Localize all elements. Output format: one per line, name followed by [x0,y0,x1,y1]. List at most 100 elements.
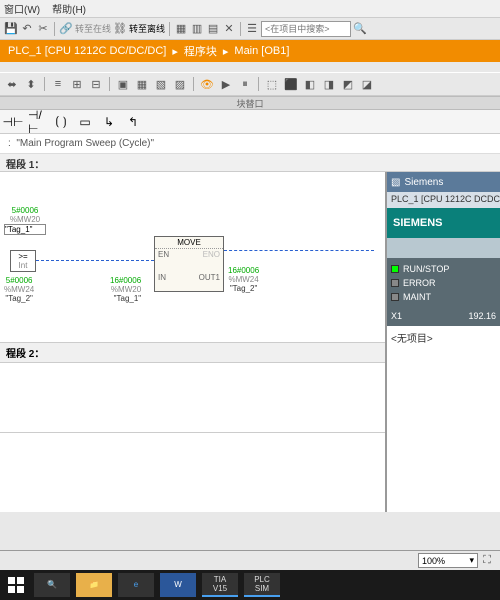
tool-icon[interactable]: ▥ [190,22,204,36]
cut-icon[interactable]: ✂ [36,22,50,36]
tool-icon[interactable]: ⊟ [88,76,104,92]
ladder-toolbar: ⊣⊢ ⊣/⊢ ⟮ ⟯ ▭ ↳ ↰ [0,110,500,134]
tag-hex: 16#0006 [228,266,259,275]
unlink-icon[interactable]: ⛓ [113,22,127,36]
status-panel: RUN/STOP ERROR MAINT [387,258,500,308]
breadcrumb-device[interactable]: PLC_1 [CPU 1212C DC/DC/DC] [8,45,166,57]
cmp-type: Int [11,261,35,270]
move-title: MOVE [155,237,223,249]
tool-icon[interactable]: ▨ [172,76,188,92]
network-2-canvas[interactable] [0,363,385,433]
ladder-wire [36,260,154,261]
move-en: EN [158,250,169,259]
siemens-logo: SIEMENS [387,208,500,238]
branch-close-icon[interactable]: ↰ [124,114,142,130]
separator [240,22,241,36]
zoom-fit-icon[interactable]: ⛶ [480,554,494,568]
ladder-canvas[interactable]: 5#0006 %MW20 >= Int 5#0006 %MW24 "Tag_2"… [0,172,385,512]
search-icon[interactable]: 🔍 [353,22,367,36]
interface-x1: X1 192.16 [387,308,500,326]
task-plcsim[interactable]: PLC SIM [244,573,280,597]
contact-nc-icon[interactable]: ⊣/⊢ [28,114,46,130]
tool-icon[interactable]: ⬌ [4,76,20,92]
move-in: IN [158,273,166,282]
list-icon[interactable]: ☰ [245,22,259,36]
go-online-label[interactable]: 转至在线 [75,22,111,35]
tool-icon[interactable]: ◪ [359,76,375,92]
contact-no-icon[interactable]: ⊣⊢ [4,114,22,130]
tag-addr: %MW24 [228,275,259,284]
editor-toolbar: ⬌ ⬍ ≡ ⊞ ⊟ ▣ ▦ ▧ ▨ 👁 ▶ ⏸ ⬚ ⬛ ◧ ◨ ◩ ◪ [0,72,500,96]
block-interface-divider[interactable]: 块替口 [0,96,500,110]
runstop-label: RUN/STOP [403,264,449,274]
tool-icon[interactable]: ▤ [206,22,220,36]
task-word[interactable]: W [160,573,196,597]
breadcrumb-blocks[interactable]: 程序块 [184,43,217,59]
breadcrumb: PLC_1 [CPU 1212C DC/DC/DC] ▸ 程序块 ▸ Main … [0,40,500,62]
x1-label: X1 [391,311,402,323]
tool-icon[interactable]: ▧ [153,76,169,92]
separator [169,22,170,36]
close-icon[interactable]: ✕ [222,22,236,36]
monitor-icon[interactable]: 👁 [199,76,215,92]
tool-icon[interactable]: ≡ [50,76,66,92]
task-explorer[interactable]: 📁 [76,573,112,597]
led-error-icon [391,279,399,287]
menubar[interactable]: 窗口(W) 帮助(H) [0,0,500,18]
separator [44,77,45,91]
link-icon[interactable]: 🔗 [59,22,73,36]
move-in-tag: 16#0006 %MW20 "Tag_1" [110,276,141,303]
tool-icon[interactable]: ▣ [115,76,131,92]
maint-label: MAINT [403,292,431,302]
coil-icon[interactable]: ⟮ ⟯ [52,114,70,130]
status-error: ERROR [391,276,496,290]
save-icon[interactable]: 💾 [4,22,18,36]
chevron-right-icon: ▸ [172,45,178,58]
task-edge[interactable]: e [118,573,154,597]
tool-icon[interactable]: ⬍ [23,76,39,92]
tool-icon[interactable]: ▶ [218,76,234,92]
status-bar: 100% ▾ ⛶ [0,550,500,570]
chevron-right-icon: ▸ [223,45,229,58]
windows-taskbar[interactable]: 🔍 📁 e W TIA V15 PLC SIM [0,570,500,600]
start-button[interactable] [4,573,28,597]
tag-hex: 16#0006 [110,276,141,285]
device-panel: ▧ Siemens PLC_1 [CPU 1212C DCDCDC] SIEME… [385,172,500,512]
vendor-label: Siemens [404,177,443,188]
tag-name-input[interactable] [4,224,46,235]
x1-ip: 192.16 [468,311,496,323]
move-out: OUT1 [199,273,220,282]
tag-name: "Tag_1" [110,294,141,303]
tool-icon[interactable]: ⬛ [283,76,299,92]
network-2-header[interactable]: 程段 2： [0,342,385,363]
tool-icon[interactable]: ▦ [174,22,188,36]
menu-help[interactable]: 帮助(H) [52,1,86,16]
task-tia[interactable]: TIA V15 [202,573,238,597]
network-1-header[interactable]: 程段 1： [0,154,500,172]
tool-icon[interactable]: ◧ [302,76,318,92]
menu-window[interactable]: 窗口(W) [4,1,40,16]
separator [258,77,259,91]
compare-block[interactable]: >= Int [10,250,36,272]
go-offline-label[interactable]: 转至离线 [129,22,165,35]
branch-open-icon[interactable]: ↳ [100,114,118,130]
status-runstop: RUN/STOP [391,262,496,276]
tool-icon[interactable]: ⊞ [69,76,85,92]
move-block[interactable]: MOVE EN ENO IN OUT1 [154,236,224,292]
chevron-down-icon: ▾ [469,555,474,566]
breadcrumb-main[interactable]: Main [OB1] [234,45,289,57]
undo-icon[interactable]: ↶ [20,22,34,36]
project-search-input[interactable] [261,21,351,37]
plc-icon: ▧ [391,177,400,188]
tool-icon[interactable]: ⬚ [264,76,280,92]
tool-icon[interactable]: ◩ [340,76,356,92]
tag-name: "Tag_2" [4,294,34,303]
device-panel-title[interactable]: ▧ Siemens [387,172,500,192]
task-search[interactable]: 🔍 [34,573,70,597]
zoom-value: 100% [422,556,445,566]
zoom-selector[interactable]: 100% ▾ [418,553,478,568]
tool-icon[interactable]: ◨ [321,76,337,92]
tool-icon[interactable]: ▦ [134,76,150,92]
tool-icon[interactable]: ⏸ [237,76,253,92]
box-icon[interactable]: ▭ [76,114,94,130]
